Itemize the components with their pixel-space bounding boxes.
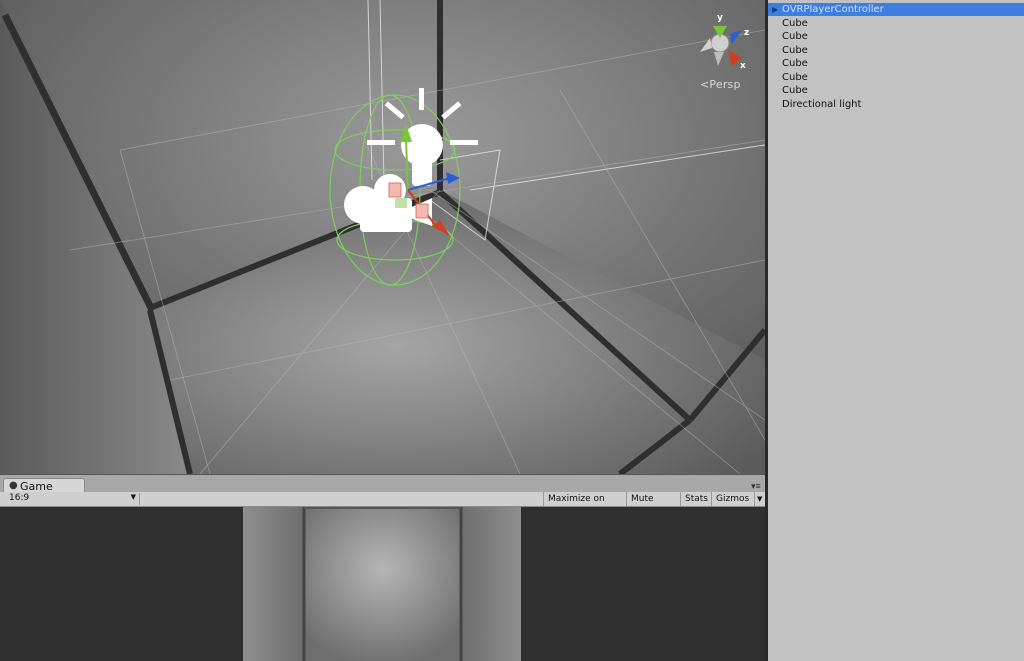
scene-orientation-gizmo[interactable]: y z x: [690, 8, 760, 88]
hierarchy-item-cube[interactable]: Cube: [768, 44, 1024, 57]
scene-geometry: [0, 0, 765, 474]
hierarchy-item-cube[interactable]: Cube: [768, 84, 1024, 97]
mute-audio-button[interactable]: Mute audio: [626, 492, 680, 518]
game-toolbar: 16:9 ▼ Maximize on Play Mute audio Stats…: [0, 492, 765, 518]
gizmo-y-label: y: [717, 13, 723, 23]
gizmo-x-label: x: [740, 61, 746, 71]
expand-arrow-icon[interactable]: ▶: [772, 3, 778, 16]
persp-arrow-icon: <: [700, 78, 710, 91]
hierarchy-item-directional-light[interactable]: Directional light: [768, 98, 1024, 111]
chevron-down-icon: ▼: [130, 493, 136, 501]
aspect-dropdown[interactable]: 16:9 ▼: [3, 493, 140, 505]
hierarchy-item-cube[interactable]: Cube: [768, 17, 1024, 30]
hierarchy-panel: ▶ OVRPlayerController Cube Cube Cube Cub…: [768, 0, 1024, 661]
panel-menu-icon[interactable]: ▾≡: [751, 481, 761, 491]
stats-button[interactable]: Stats: [680, 492, 711, 506]
game-view[interactable]: [0, 507, 765, 661]
aspect-value: 16:9: [9, 493, 30, 503]
hierarchy-item-label: Cube: [782, 58, 808, 69]
hierarchy-item-cube[interactable]: Cube: [768, 30, 1024, 43]
persp-label[interactable]: <Persp: [700, 78, 741, 91]
hierarchy-item-label: Cube: [782, 45, 808, 56]
hierarchy-item-cube[interactable]: Cube: [768, 71, 1024, 84]
hierarchy-item-label: Cube: [782, 72, 808, 83]
persp-text: Persp: [709, 78, 741, 91]
gizmos-dropdown[interactable]: ▼: [754, 492, 765, 506]
maximize-on-play-button[interactable]: Maximize on Play: [543, 492, 626, 518]
game-icon: ●: [9, 480, 18, 491]
game-render: [0, 507, 765, 661]
hierarchy-item-label: OVRPlayerController: [782, 4, 884, 15]
hierarchy-item-label: Cube: [782, 18, 808, 29]
hierarchy-item-label: Directional light: [782, 99, 862, 110]
hierarchy-item-label: Cube: [782, 85, 808, 96]
gizmos-label: Gizmos: [716, 494, 750, 504]
game-panel-header: ● Game ▾≡: [0, 474, 765, 494]
chevron-down-icon: ▼: [757, 495, 763, 503]
hierarchy-item-ovrplayercontroller[interactable]: ▶ OVRPlayerController: [768, 3, 1024, 16]
gizmo-z-label: z: [744, 28, 749, 38]
hierarchy-item-label: Cube: [782, 31, 808, 42]
gizmos-button[interactable]: Gizmos: [711, 492, 755, 506]
scene-view[interactable]: y z x <Persp: [0, 0, 765, 474]
hierarchy-item-cube[interactable]: Cube: [768, 57, 1024, 70]
